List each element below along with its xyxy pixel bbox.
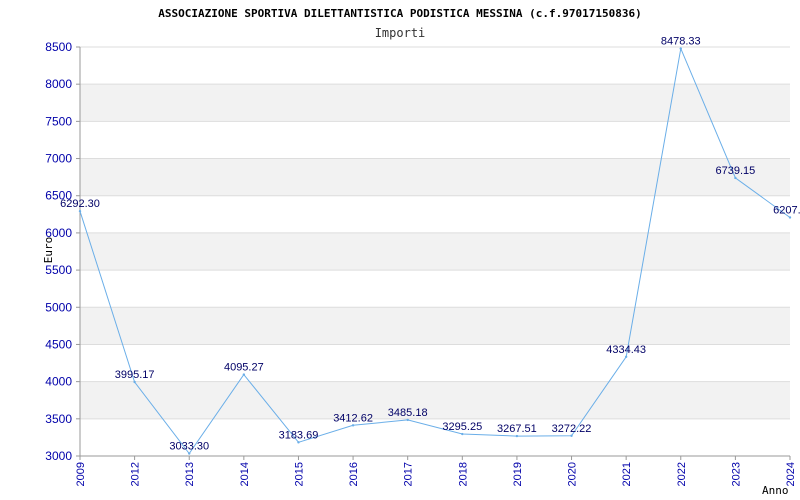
x-tick-label: 2019 <box>512 462 524 486</box>
y-tick-label: 4500 <box>45 337 72 351</box>
data-point <box>406 418 409 422</box>
data-point <box>515 434 519 438</box>
data-label: 3033.30 <box>169 441 209 453</box>
data-point <box>351 424 355 427</box>
grid-band <box>80 84 790 122</box>
data-point <box>461 432 464 436</box>
data-label: 6207.8 <box>773 204 800 216</box>
x-tick-label: 2018 <box>457 462 469 486</box>
data-point <box>133 380 136 384</box>
data-point <box>624 355 628 358</box>
grid-band <box>80 158 790 196</box>
x-tick-label: 2023 <box>730 462 742 486</box>
x-tick-label: 2022 <box>676 462 688 486</box>
x-tick-label: 2016 <box>348 462 360 486</box>
chart-title: ASSOCIAZIONE SPORTIVA DILETTANTISTICA PO… <box>158 7 641 20</box>
grid-band <box>80 381 790 419</box>
y-axis-label: Euro <box>42 237 55 264</box>
x-tick-label: 2017 <box>403 462 415 486</box>
x-tick-label: 2012 <box>130 462 142 486</box>
x-tick-label: 2013 <box>184 462 196 486</box>
data-label: 3485.18 <box>388 407 428 419</box>
grid-band <box>80 307 790 345</box>
data-point <box>679 47 682 50</box>
data-label: 4334.43 <box>606 344 646 356</box>
x-tick-label: 2020 <box>567 462 579 486</box>
data-label: 3267.51 <box>497 423 537 435</box>
data-point <box>297 441 300 444</box>
data-point <box>734 176 737 180</box>
data-label: 8478.33 <box>661 36 701 48</box>
data-label: 3995.17 <box>115 369 155 381</box>
x-axis-ticks: 2009 2012 2013 2014 2015 2016 2017 2018 2019 2020… <box>75 456 797 486</box>
x-tick-label: 2009 <box>75 462 87 486</box>
line-chart: 3000350040004500500055006000650070007500… <box>42 7 800 497</box>
plot-background-bands <box>80 84 790 419</box>
data-label: 6292.30 <box>60 198 100 210</box>
data-point <box>188 452 191 455</box>
data-label: 3412.62 <box>333 412 373 424</box>
x-tick-label: 2014 <box>239 462 251 486</box>
data-point <box>242 373 246 376</box>
y-tick-label: 3500 <box>45 412 72 426</box>
data-label: 6739.15 <box>716 165 756 177</box>
y-tick-label: 7500 <box>45 114 72 128</box>
data-label: 3295.25 <box>442 421 482 433</box>
data-point <box>78 209 82 213</box>
x-tick-label: 2024 <box>785 462 797 486</box>
data-label: 4095.27 <box>224 362 264 374</box>
y-tick-label: 8500 <box>45 40 72 54</box>
grid-band <box>80 232 790 271</box>
y-tick-label: 5500 <box>45 263 72 277</box>
x-tick-label: 2015 <box>293 462 305 486</box>
data-point <box>570 434 573 437</box>
y-tick-label: 5000 <box>45 300 72 314</box>
x-tick-label: 2021 <box>621 462 633 486</box>
x-axis-label: Anno <box>762 484 789 497</box>
y-tick-label: 3000 <box>45 449 72 463</box>
data-point <box>788 216 792 219</box>
y-tick-label: 4000 <box>45 375 72 389</box>
y-tick-label: 7000 <box>45 152 72 166</box>
data-label: 3183.69 <box>279 429 319 441</box>
data-label: 3272.22 <box>552 423 592 435</box>
chart-subtitle: Importi <box>375 26 426 40</box>
y-tick-label: 8000 <box>45 77 72 91</box>
